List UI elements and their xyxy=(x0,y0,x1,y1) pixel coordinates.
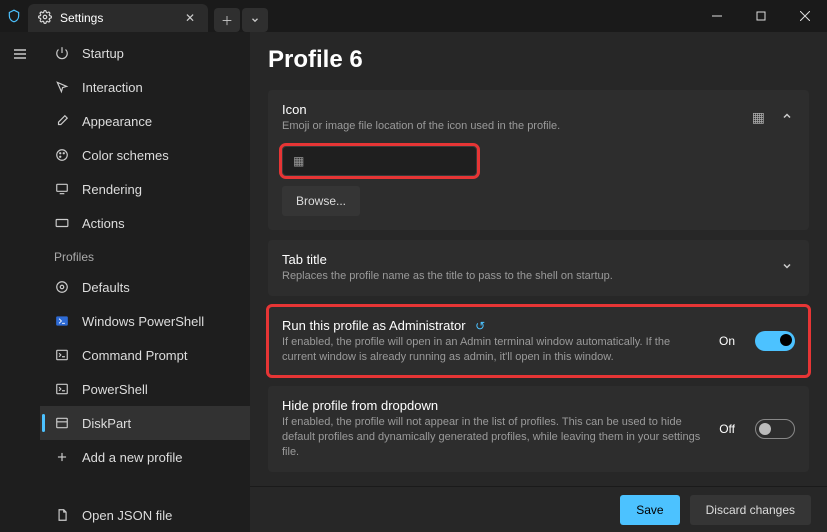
sidebar-item-label: Open JSON file xyxy=(82,508,172,523)
card-run-as-admin: Run this profile as Administrator ↺ If e… xyxy=(268,306,809,377)
sidebar-item-rendering[interactable]: Rendering xyxy=(40,172,250,206)
gear-icon xyxy=(38,10,52,27)
card-tab-title[interactable]: Tab title Replaces the profile name as t… xyxy=(268,240,809,296)
sidebar-item-defaults[interactable]: Defaults xyxy=(40,270,250,304)
sidebar-item-label: Appearance xyxy=(82,114,152,129)
chevron-up-icon[interactable] xyxy=(779,110,795,125)
sidebar-item-powershell[interactable]: PowerShell xyxy=(40,372,250,406)
run-as-admin-toggle[interactable] xyxy=(755,331,795,351)
sidebar-item-add-profile[interactable]: Add a new profile xyxy=(40,440,250,474)
save-button[interactable]: Save xyxy=(620,495,679,525)
discard-button[interactable]: Discard changes xyxy=(690,495,811,525)
sidebar-item-label: PowerShell xyxy=(82,382,148,397)
card-hide-profile-title: Hide profile from dropdown xyxy=(282,398,705,413)
sidebar-item-appearance[interactable]: Appearance xyxy=(40,104,250,138)
cursor-icon xyxy=(54,79,70,95)
file-icon xyxy=(54,507,70,523)
chevron-down-icon[interactable] xyxy=(779,260,795,275)
sidebar-item-startup[interactable]: Startup xyxy=(40,36,250,70)
footer: Save Discard changes xyxy=(250,486,827,532)
powershell-icon xyxy=(54,313,70,329)
reset-icon[interactable]: ↺ xyxy=(475,319,485,333)
cmd-icon xyxy=(54,347,70,363)
settings-icon xyxy=(54,279,70,295)
square-icon: ▦ xyxy=(752,109,765,126)
sidebar-item-label: Color schemes xyxy=(82,148,169,163)
tab-title-label: Settings xyxy=(60,11,174,25)
sidebar-item-label: Defaults xyxy=(82,280,130,295)
tab-settings[interactable]: Settings ✕ xyxy=(28,4,208,32)
sidebar-item-command-prompt[interactable]: Command Prompt xyxy=(40,338,250,372)
sidebar-section-profiles: Profiles xyxy=(40,240,250,270)
sidebar-item-label: Rendering xyxy=(82,182,142,197)
sidebar-item-color-schemes[interactable]: Color schemes xyxy=(40,138,250,172)
disk-icon xyxy=(54,415,70,431)
sidebar-item-label: Windows PowerShell xyxy=(82,314,204,329)
window-close-button[interactable] xyxy=(783,0,827,32)
sidebar-item-label: DiskPart xyxy=(82,416,131,431)
card-tab-title-desc: Replaces the profile name as the title t… xyxy=(282,269,765,284)
hide-profile-toggle[interactable] xyxy=(755,419,795,439)
card-icon: Icon Emoji or image file location of the… xyxy=(268,90,809,230)
tab-strip: Settings ✕ ＋ xyxy=(0,0,270,32)
palette-icon xyxy=(54,147,70,163)
sidebar-item-interaction[interactable]: Interaction xyxy=(40,70,250,104)
powershell2-icon xyxy=(54,381,70,397)
card-icon-desc: Emoji or image file location of the icon… xyxy=(282,119,738,134)
new-tab-button[interactable]: ＋ xyxy=(214,8,240,32)
keyboard-icon xyxy=(54,215,70,231)
power-icon xyxy=(54,45,70,61)
toggle-state-label: Off xyxy=(719,422,735,436)
sidebar-item-label: Actions xyxy=(82,216,125,231)
sidebar-item-windows-powershell[interactable]: Windows PowerShell xyxy=(40,304,250,338)
card-hide-profile: Hide profile from dropdown If enabled, t… xyxy=(268,386,809,472)
card-run-as-admin-title: Run this profile as Administrator ↺ xyxy=(282,318,705,333)
titlebar: Settings ✕ ＋ xyxy=(0,0,827,32)
tab-close-button[interactable]: ✕ xyxy=(182,11,198,25)
browse-button[interactable]: Browse... xyxy=(282,186,360,216)
sidebar-item-label: Add a new profile xyxy=(82,450,182,465)
card-tab-title-title: Tab title xyxy=(282,252,765,267)
card-run-as-admin-desc: If enabled, the profile will open in an … xyxy=(282,335,705,365)
file-icon: ▦ xyxy=(293,154,304,168)
sidebar-item-diskpart[interactable]: DiskPart xyxy=(40,406,250,440)
hamburger-menu-button[interactable] xyxy=(6,40,34,68)
page-title: Profile 6 xyxy=(268,46,809,74)
card-icon-title: Icon xyxy=(282,102,738,117)
icon-path-input[interactable]: ▦ xyxy=(282,146,477,176)
maximize-button[interactable] xyxy=(739,0,783,32)
card-hide-profile-desc: If enabled, the profile will not appear … xyxy=(282,415,705,460)
toggle-state-label: On xyxy=(719,334,735,348)
sidebar-item-actions[interactable]: Actions xyxy=(40,206,250,240)
tab-dropdown-button[interactable] xyxy=(242,8,268,32)
brush-icon xyxy=(54,113,70,129)
minimize-button[interactable] xyxy=(695,0,739,32)
sidebar: Startup Interaction Appearance Color sch… xyxy=(40,32,250,532)
display-icon xyxy=(54,181,70,197)
content-area: Profile 6 Icon Emoji or image file locat… xyxy=(250,32,827,532)
sidebar-item-open-json[interactable]: Open JSON file xyxy=(40,498,250,532)
sidebar-item-label: Interaction xyxy=(82,80,143,95)
sidebar-item-label: Startup xyxy=(82,46,124,61)
plus-icon xyxy=(54,449,70,465)
sidebar-item-label: Command Prompt xyxy=(82,348,187,363)
shield-icon xyxy=(0,0,28,32)
window-controls xyxy=(695,0,827,32)
